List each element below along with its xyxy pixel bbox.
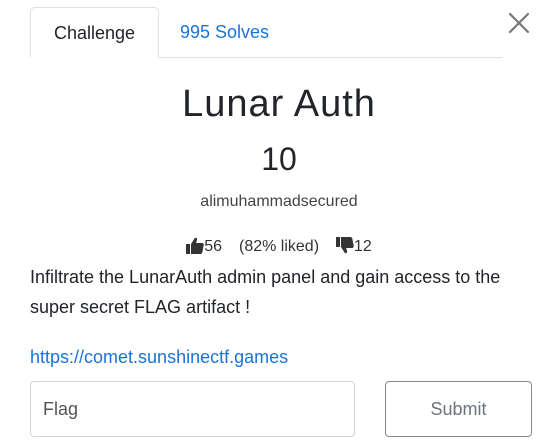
flag-input[interactable] — [30, 381, 355, 437]
tab-solves[interactable]: 995 Solves — [160, 7, 289, 58]
thumbs-down-icon[interactable] — [335, 237, 354, 261]
challenge-author: alimuhammadsecured — [200, 193, 358, 210]
rating-row: 56 (82% liked) 12 — [0, 236, 558, 261]
likes-count: 56 — [204, 238, 223, 255]
challenge-description: Infiltrate the LunarAuth admin panel and… — [30, 267, 501, 317]
liked-percent: (82% liked) — [238, 238, 320, 255]
challenge-link[interactable]: https://comet.sunshinectf.games — [30, 343, 288, 371]
submit-button[interactable]: Submit — [385, 381, 532, 437]
close-button[interactable] — [507, 11, 531, 35]
tab-challenge[interactable]: Challenge — [30, 7, 159, 58]
thumbs-up-icon[interactable] — [186, 237, 205, 261]
close-icon — [508, 12, 530, 34]
challenge-points: 10 — [261, 141, 297, 177]
dislikes-count: 12 — [353, 238, 372, 255]
challenge-tabs: Challenge 995 Solves — [30, 7, 502, 58]
challenge-name: Lunar Auth — [182, 83, 376, 125]
